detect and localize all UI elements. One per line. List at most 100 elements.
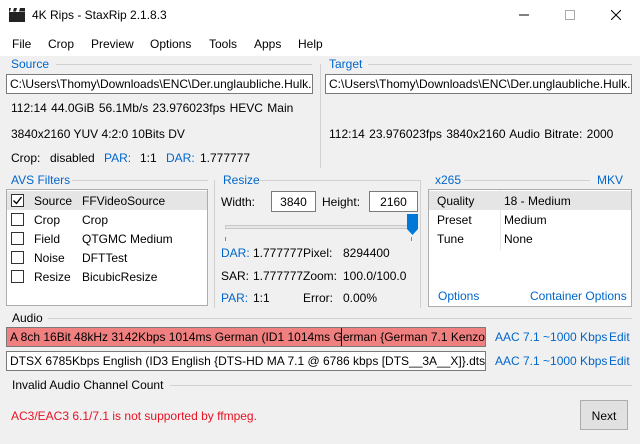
audio-track-2-field[interactable]: DTSX 6785Kbps English (ID3 English {DTS-… (6, 351, 486, 371)
slider-thumb-icon (406, 214, 418, 235)
minimize-button[interactable] (502, 0, 548, 30)
filter-noise-checkbox[interactable] (11, 251, 24, 264)
audio-track-2-profile[interactable]: AAC 7.1 ~1000 Kbps (495, 354, 607, 368)
resize-zoom-value: 100.0/100.0 (343, 269, 407, 283)
resize-sar-value: 1.777777 (253, 269, 304, 283)
audio-track-1-edit[interactable]: Edit (609, 330, 630, 344)
source-dar-label[interactable]: DAR: (166, 151, 195, 165)
menu-options[interactable]: Options (150, 37, 191, 51)
resize-slider-thumb[interactable] (406, 214, 418, 235)
container-group-label[interactable]: MKV (597, 173, 623, 187)
menu-preview[interactable]: Preview (91, 37, 134, 51)
minimize-icon (519, 14, 529, 16)
filters-group-line (72, 180, 208, 181)
menu-tools[interactable]: Tools (209, 37, 237, 51)
encoder-column-divider (500, 190, 501, 250)
filter-field-value: QTGMC Medium (82, 232, 173, 246)
resize-error-value: 0.00% (343, 291, 378, 305)
resize-slider[interactable] (221, 214, 418, 242)
resize-width-input[interactable]: 3840 (271, 191, 316, 212)
audio-track-1-field[interactable]: A 8ch 16Bit 48kHz 3142Kbps 1014ms German… (6, 327, 486, 347)
window-title: 4K Rips - StaxRip 2.1.8.3 (32, 8, 167, 22)
resize-par-value: 1:1 (253, 291, 270, 305)
filter-field-checkbox[interactable] (11, 232, 24, 245)
filter-noise-name: Noise (34, 251, 65, 265)
encoder-preset-value[interactable]: Medium (504, 213, 547, 227)
audio-track-2-edit[interactable]: Edit (609, 354, 630, 368)
source-par-label[interactable]: PAR: (104, 151, 131, 165)
encoder-options-link[interactable]: Options (438, 289, 479, 303)
menu-file[interactable]: File (12, 37, 31, 51)
resize-slider-ticks (225, 237, 412, 241)
target-info: 112:14 23.976023fps 3840x2160 Audio Bitr… (329, 127, 614, 141)
encoder-quality-key: Quality (437, 194, 475, 208)
next-button[interactable]: Next (580, 400, 628, 430)
filter-source-name: Source (34, 194, 73, 208)
source-path-field[interactable]: C:\Users\Thomy\Downloads\ENC\Der.unglaub… (6, 74, 313, 94)
close-icon (611, 10, 621, 20)
resize-group-border-left (214, 180, 215, 308)
text-caret (341, 328, 342, 346)
resize-height-label: Height: (322, 195, 361, 209)
audio-group-line (48, 318, 632, 319)
filter-field-name: Field (34, 232, 61, 246)
filter-noise-value: DFTTest (82, 251, 128, 265)
encoder-group-label[interactable]: x265 (435, 173, 461, 187)
filters-group-label: AVS Filters (11, 173, 71, 187)
maximize-button[interactable] (548, 0, 594, 30)
target-path-field[interactable]: C:\Users\Thomy\Downloads\ENC\Der.unglaub… (325, 74, 632, 94)
source-info-line1: 112:14 44.0GiB 56.1Mb/s 23.976023fps HEV… (11, 101, 294, 115)
filter-resize-name: Resize (34, 270, 71, 284)
filters-list[interactable]: Source FFVideoSource Crop Crop Field QTG… (6, 189, 208, 306)
filter-crop-name: Crop (34, 213, 61, 227)
resize-slider-track (225, 225, 412, 229)
resize-height-input[interactable]: 2160 (369, 191, 418, 212)
resize-pixel-label: Pixel: (303, 246, 333, 260)
target-group-label: Target (329, 57, 363, 71)
menu-bar: File Crop Preview Options Tools Apps Hel… (0, 30, 640, 56)
status-title: Invalid Audio Channel Count (12, 378, 164, 392)
resize-sar-label: SAR: (221, 269, 250, 283)
audio-track-1-profile[interactable]: AAC 7.1 ~1000 Kbps (495, 330, 607, 344)
source-crop-value: disabled (50, 151, 95, 165)
filter-resize-checkbox[interactable] (11, 270, 24, 283)
resize-dar-label[interactable]: DAR: (221, 246, 250, 260)
resize-group-label: Resize (223, 173, 260, 187)
source-info-line2: 3840x2160 YUV 4:2:0 10Bits DV (11, 127, 185, 141)
resize-dar-value: 1.777777 (253, 246, 304, 260)
menu-apps[interactable]: Apps (254, 37, 281, 51)
encoder-preset-key: Preset (437, 213, 472, 227)
container-options-link[interactable]: Container Options (530, 289, 627, 303)
filter-source-checkbox[interactable] (11, 194, 24, 207)
filter-source-value: FFVideoSource (82, 194, 166, 208)
resize-width-label: Width: (221, 195, 256, 209)
encoder-panel: Quality 18 - Medium Preset Medium Tune N… (428, 189, 632, 307)
encoder-tune-value[interactable]: None (504, 232, 533, 246)
source-crop-label: Crop: (11, 151, 41, 165)
status-message: AC3/EAC3 6.1/7.1 is not supported by ffm… (11, 409, 257, 423)
maximize-icon (565, 10, 575, 20)
filter-crop-checkbox[interactable] (11, 213, 24, 226)
source-dar-value: 1.777777 (200, 151, 251, 165)
resize-group-border-right (420, 180, 421, 308)
source-par-value: 1:1 (140, 151, 157, 165)
filter-resize-value: BicubicResize (82, 270, 158, 284)
source-group-label: Source (11, 57, 50, 71)
encoder-tune-key: Tune (437, 232, 464, 246)
status-line (170, 385, 632, 386)
checkmark-icon (13, 196, 23, 205)
menu-crop[interactable]: Crop (48, 37, 74, 51)
target-group-border (320, 64, 321, 168)
title-bar: 4K Rips - StaxRip 2.1.8.3 (0, 0, 640, 30)
resize-error-label: Error: (303, 291, 333, 305)
close-button[interactable] (594, 0, 640, 30)
resize-group-line (260, 180, 420, 181)
resize-pixel-value: 8294400 (343, 246, 390, 260)
source-group-line (56, 64, 312, 65)
main-window: 4K Rips - StaxRip 2.1.8.3 File Crop Prev… (0, 0, 640, 444)
target-group-line (368, 64, 632, 65)
encoder-quality-value[interactable]: 18 - Medium (504, 194, 571, 208)
resize-par-label[interactable]: PAR: (221, 291, 248, 305)
encoder-group-line (464, 180, 590, 181)
menu-help[interactable]: Help (298, 37, 323, 51)
